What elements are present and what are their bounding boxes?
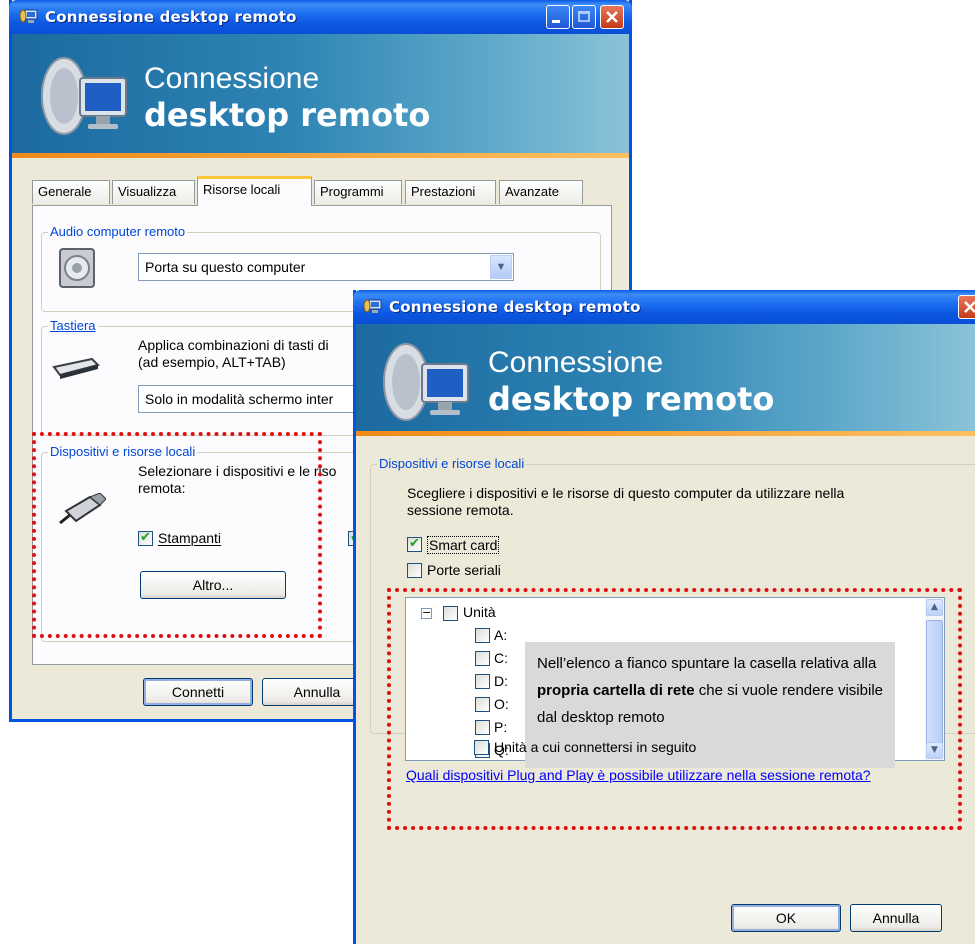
front-banner-title-line2: desktop remoto: [488, 380, 775, 418]
serial-ports-checkbox[interactable]: [407, 563, 422, 578]
keyboard-icon: [52, 357, 100, 379]
keyboard-select-value: Solo in modalità schermo inter: [145, 391, 334, 407]
front-title-bar[interactable]: Connessione desktop remoto: [353, 290, 975, 324]
remote-desktop-monitor-icon: [383, 343, 469, 421]
maximize-icon: [578, 11, 590, 22]
tab-generale[interactable]: Generale: [32, 180, 110, 204]
note-text-bold: propria cartella di rete: [537, 682, 695, 699]
minimize-icon: [552, 20, 560, 23]
keyboard-text-line2: (ad esempio, ALT+TAB): [138, 354, 286, 370]
smartcard-label[interactable]: Smart card: [427, 536, 500, 554]
close-icon: [964, 301, 975, 313]
tab-avanzate[interactable]: Avanzate: [499, 180, 583, 204]
remote-desktop-monitor-icon: [41, 57, 127, 135]
front-close-button[interactable]: [958, 295, 975, 319]
front-devices-group-label: Dispositivi e risorse locali: [377, 456, 527, 471]
back-close-button[interactable]: [600, 5, 624, 29]
keyboard-text-line1: Applica combinazioni di tasti di: [138, 337, 329, 353]
tab-visualizza[interactable]: Visualizza: [112, 180, 195, 204]
back-banner-title-line1: Connessione: [144, 62, 320, 95]
front-banner: Connessione desktop remoto: [356, 324, 975, 436]
highlight-devices-group: [32, 432, 322, 638]
audio-select[interactable]: Porta su questo computer ▼: [138, 253, 514, 281]
back-banner: Connessione desktop remoto: [12, 34, 629, 158]
tab-programmi[interactable]: Programmi: [314, 180, 402, 204]
audio-group-label: Audio computer remoto: [48, 224, 188, 239]
connect-button[interactable]: Connetti: [143, 678, 253, 706]
back-banner-title-line2: desktop remoto: [144, 96, 431, 134]
chevron-down-icon[interactable]: ▼: [490, 255, 512, 279]
back-window-title: Connessione desktop remoto: [45, 8, 297, 26]
front-description-line1: Scegliere i dispositivi e le risorse di …: [407, 485, 845, 501]
tab-risorse-locali[interactable]: Risorse locali: [197, 176, 312, 206]
minimize-button[interactable]: [546, 5, 570, 29]
front-window-title: Connessione desktop remoto: [389, 298, 641, 316]
front-description-line2: sessione remota.: [407, 502, 514, 518]
keyboard-group-label: Tastiera: [48, 318, 98, 333]
front-cancel-button[interactable]: Annulla: [850, 904, 942, 932]
note-text-part1: Nell’elenco a fianco spuntare la casella…: [537, 655, 877, 672]
speaker-icon: [59, 248, 95, 288]
audio-select-value: Porta su questo computer: [145, 259, 306, 275]
remote-desktop-app-icon: [363, 299, 382, 313]
ok-button[interactable]: OK: [731, 904, 841, 932]
tab-prestazioni[interactable]: Prestazioni: [405, 180, 496, 204]
drive-later-label: Unità a cui connettersi in seguito: [494, 739, 697, 755]
smartcard-checkbox[interactable]: ✔: [407, 537, 422, 552]
back-title-bar[interactable]: Connessione desktop remoto: [9, 0, 632, 34]
close-icon: [606, 11, 618, 23]
serial-ports-label[interactable]: Porte seriali: [427, 562, 501, 578]
maximize-button[interactable]: [572, 5, 596, 29]
remote-desktop-app-icon: [19, 9, 38, 23]
drive-later-checkbox[interactable]: [474, 740, 489, 755]
front-banner-title-line1: Connessione: [488, 346, 664, 379]
